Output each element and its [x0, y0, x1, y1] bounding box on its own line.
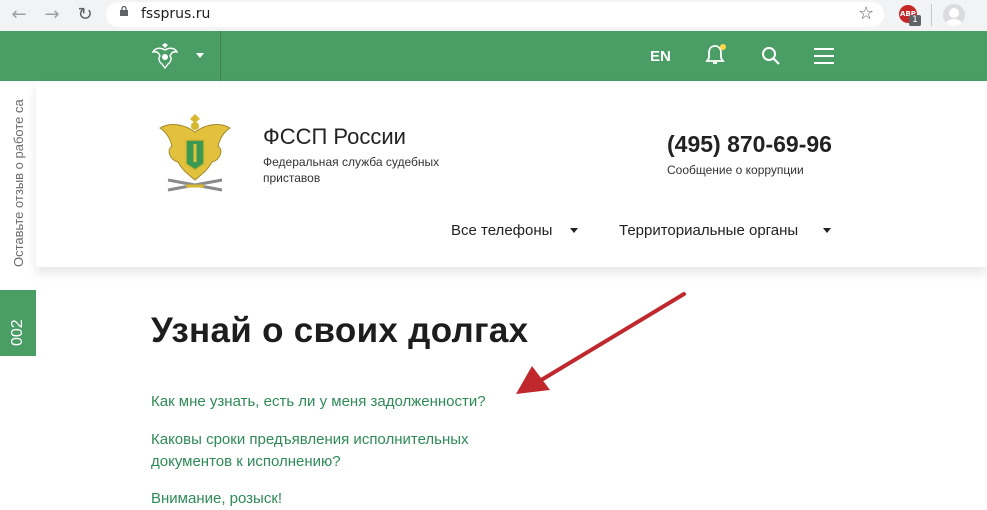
bookmark-star-icon[interactable]: ☆: [858, 3, 874, 24]
language-switch-en[interactable]: EN: [650, 48, 671, 65]
org-title[interactable]: ФССП России: [263, 124, 406, 150]
corruption-report-note: Сообщение о коррупции: [667, 163, 804, 177]
menu-territorial-bodies[interactable]: Территориальные органы: [619, 222, 798, 239]
org-subtitle: Федеральная служба судебных приставов: [263, 155, 440, 185]
link-check-debts[interactable]: Как мне узнать, есть ли у меня задолженн…: [151, 391, 486, 413]
reload-icon[interactable]: ↻: [74, 4, 96, 26]
lock-icon: [120, 6, 128, 16]
browser-toolbar: ← → ↻ fssprus.ru ☆ ABP 1: [0, 0, 987, 31]
back-arrow-icon[interactable]: ←: [8, 4, 30, 26]
link-deadlines[interactable]: Каковы сроки предъявления исполнительных…: [151, 429, 531, 473]
extension-count-badge: 1: [909, 15, 921, 26]
annotation-arrow-icon: [516, 292, 686, 394]
topbar-divider: [220, 31, 221, 81]
menu-all-phones[interactable]: Все телефоны: [451, 222, 552, 239]
site-top-bar: [0, 31, 987, 81]
chevron-down-icon[interactable]: [823, 228, 831, 233]
url-text[interactable]: fssprus.ru: [141, 6, 210, 22]
notification-dot: [720, 44, 726, 50]
feedback-side-label[interactable]: Оставьте отзыв о работе са: [0, 81, 36, 267]
forward-arrow-icon[interactable]: →: [41, 4, 63, 26]
fssp-emblem-logo[interactable]: [156, 110, 234, 198]
emblem-dropdown-caret-icon[interactable]: [196, 53, 204, 58]
chevron-down-icon[interactable]: [570, 228, 578, 233]
small-emblem-icon[interactable]: [151, 42, 179, 70]
search-icon[interactable]: [761, 46, 781, 66]
link-wanted[interactable]: Внимание, розыск!: [151, 488, 282, 510]
address-bar[interactable]: [106, 2, 884, 27]
hamburger-menu-icon[interactable]: [814, 48, 834, 64]
feedback-tab-text: 002: [9, 319, 26, 346]
phone-number[interactable]: (495) 870-69-96: [667, 131, 832, 158]
profile-avatar-icon[interactable]: [943, 4, 965, 26]
page-heading: Узнай о своих долгах: [151, 311, 529, 350]
feedback-side-tab[interactable]: 002: [0, 290, 36, 356]
feedback-label-text: Оставьте отзыв о работе са: [11, 99, 26, 267]
toolbar-divider: [931, 4, 932, 26]
